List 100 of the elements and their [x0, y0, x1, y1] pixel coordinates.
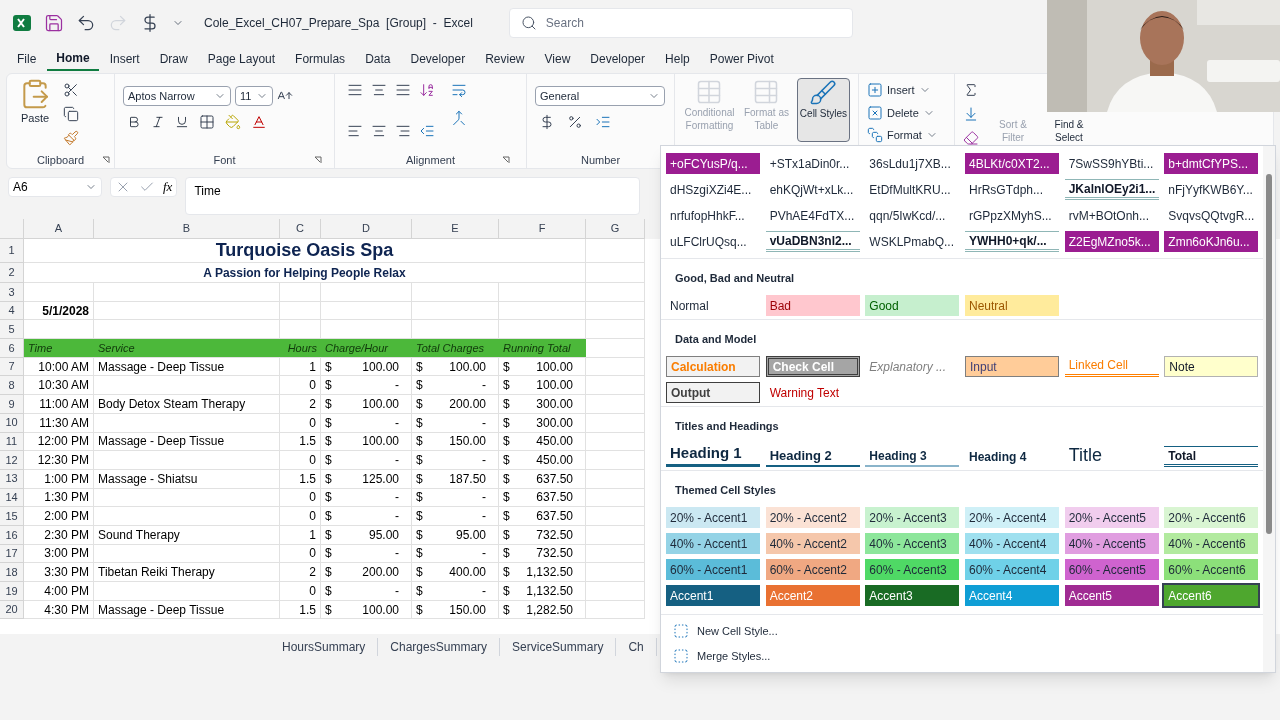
style-swatch[interactable]: 20% - Accent6 — [1164, 507, 1259, 528]
cut-icon[interactable] — [63, 82, 79, 98]
column-header[interactable]: C — [280, 219, 321, 239]
style-swatch[interactable]: 20% - Accent3 — [865, 507, 960, 528]
editing-button[interactable]: Find & Select — [1047, 118, 1091, 144]
style-swatch[interactable]: b+dmtCfYPS... — [1164, 153, 1259, 174]
accounting-format-icon[interactable] — [539, 114, 555, 130]
bottom-align-icon[interactable] — [395, 82, 411, 98]
row-number[interactable]: 19 — [0, 582, 24, 601]
style-swatch[interactable]: 40% - Accent4 — [965, 533, 1059, 554]
align-left-icon[interactable] — [347, 123, 363, 139]
underline-icon[interactable] — [175, 115, 189, 129]
cells-button[interactable]: Insert — [887, 82, 915, 99]
paste-button[interactable]: Paste — [20, 110, 50, 127]
merge-center-icon[interactable] — [451, 110, 467, 126]
copy-icon[interactable] — [63, 106, 79, 122]
row-number[interactable]: 6 — [0, 339, 24, 358]
menu-tab[interactable]: Power Pivot — [700, 47, 783, 71]
insert-function-button[interactable]: fx — [163, 177, 173, 197]
style-swatch[interactable]: Accent3 — [865, 585, 960, 606]
eraser-icon[interactable] — [963, 130, 979, 146]
style-swatch[interactable]: 60% - Accent5 — [1064, 559, 1159, 580]
style-swatch[interactable]: 40% - Accent1 — [666, 533, 760, 554]
row-number[interactable]: 8 — [0, 376, 24, 396]
style-swatch[interactable]: 60% - Accent2 — [765, 559, 860, 580]
style-swatch[interactable]: 60% - Accent6 — [1164, 559, 1259, 580]
font-name-field[interactable]: Aptos Narrow — [123, 86, 231, 106]
menu-item[interactable]: New Cell Style... — [697, 623, 778, 640]
sheet-tab[interactable]: ServiceSummary — [500, 638, 617, 656]
menu-item[interactable]: Merge Styles... — [697, 647, 771, 664]
style-swatch[interactable]: 20% - Accent2 — [765, 507, 860, 528]
style-swatch[interactable]: 20% - Accent5 — [1064, 507, 1159, 528]
row-number[interactable]: 18 — [0, 563, 24, 582]
style-swatch[interactable]: 20% - Accent4 — [965, 507, 1059, 528]
style-swatch[interactable]: Bad — [765, 295, 860, 316]
menu-tab[interactable]: Insert — [100, 47, 149, 71]
cells-button[interactable]: Format — [887, 127, 922, 144]
menu-tab[interactable]: Draw — [150, 47, 197, 71]
format-painter-icon[interactable] — [63, 130, 79, 146]
menu-tab[interactable]: Data — [356, 47, 400, 71]
middle-align-icon[interactable] — [371, 82, 387, 98]
search-field[interactable]: Search — [508, 7, 853, 38]
top-align-icon[interactable] — [347, 82, 363, 98]
font-color-icon[interactable] — [251, 114, 267, 130]
style-swatch[interactable]: 20% - Accent1 — [666, 507, 760, 528]
wrap-text-icon[interactable] — [451, 82, 467, 98]
column-header[interactable]: B — [94, 219, 280, 239]
style-swatch[interactable]: 60% - Accent1 — [666, 559, 760, 580]
dialog-launcher-icon[interactable] — [502, 156, 510, 164]
column-header[interactable]: A — [24, 219, 94, 239]
style-swatch[interactable]: 4BLKt/c0XT2... — [965, 153, 1059, 174]
number-format-field[interactable]: General — [535, 86, 665, 106]
menu-tab[interactable]: Help — [656, 47, 699, 71]
name-box[interactable]: A6 — [8, 177, 102, 197]
style-swatch[interactable]: Note — [1164, 356, 1259, 377]
formula-field[interactable]: Time — [185, 177, 641, 215]
style-swatch[interactable]: 60% - Accent3 — [865, 559, 960, 580]
column-header[interactable]: G — [586, 219, 645, 239]
sheet-tab[interactable]: Ch — [616, 638, 657, 656]
style-swatch[interactable]: 40% - Accent5 — [1064, 533, 1159, 554]
menu-tab[interactable]: Formulas — [286, 47, 355, 71]
save-icon[interactable] — [44, 12, 64, 33]
fill-color-icon[interactable] — [225, 114, 241, 130]
style-swatch[interactable]: Input — [965, 356, 1059, 377]
sheet-tab[interactable]: HoursSummary — [270, 638, 379, 656]
style-swatch[interactable]: 40% - Accent3 — [865, 533, 960, 554]
menu-tab[interactable]: Developer — [401, 47, 475, 71]
column-header[interactable]: F — [499, 219, 586, 239]
row-number[interactable]: 1 — [0, 239, 24, 263]
style-swatch[interactable]: 40% - Accent2 — [765, 533, 860, 554]
cells-button[interactable]: Delete — [887, 104, 919, 121]
row-number[interactable]: 9 — [0, 395, 24, 414]
styles-button[interactable]: Cell Styles — [796, 78, 850, 142]
menu-tab[interactable]: View — [535, 47, 580, 71]
row-number[interactable]: 5 — [0, 320, 24, 340]
style-swatch[interactable]: 60% - Accent4 — [965, 559, 1059, 580]
menu-tab[interactable]: Review — [476, 47, 534, 71]
column-header[interactable]: D — [321, 219, 412, 239]
row-number[interactable]: 15 — [0, 507, 24, 526]
percent-icon[interactable] — [567, 114, 583, 130]
italic-icon[interactable] — [151, 115, 165, 129]
style-swatch[interactable]: 40% - Accent6 — [1164, 533, 1259, 554]
row-number[interactable]: 2 — [0, 263, 24, 283]
style-swatch[interactable]: Output — [666, 382, 760, 403]
menu-tab[interactable]: Developer — [581, 47, 655, 71]
dialog-launcher-icon[interactable] — [314, 156, 322, 164]
style-swatch[interactable]: Accent5 — [1064, 585, 1159, 606]
style-swatch[interactable]: Z2EgMZno5k... — [1064, 231, 1159, 252]
align-right-icon[interactable] — [395, 123, 411, 139]
align-center-icon[interactable] — [371, 123, 387, 139]
menu-tab[interactable]: Home — [47, 47, 99, 71]
decrease-indent-icon[interactable] — [419, 123, 435, 139]
dialog-launcher-icon[interactable] — [102, 156, 110, 164]
style-swatch[interactable]: +oFCYusP/q... — [666, 153, 760, 174]
scrollbar-thumb[interactable] — [1266, 174, 1272, 534]
style-swatch[interactable]: Accent1 — [666, 585, 760, 606]
font-size-field[interactable]: 11 — [235, 86, 273, 106]
fill-icon[interactable] — [963, 106, 979, 122]
row-number[interactable]: 12 — [0, 451, 24, 470]
scrollbar[interactable] — [1263, 146, 1275, 672]
